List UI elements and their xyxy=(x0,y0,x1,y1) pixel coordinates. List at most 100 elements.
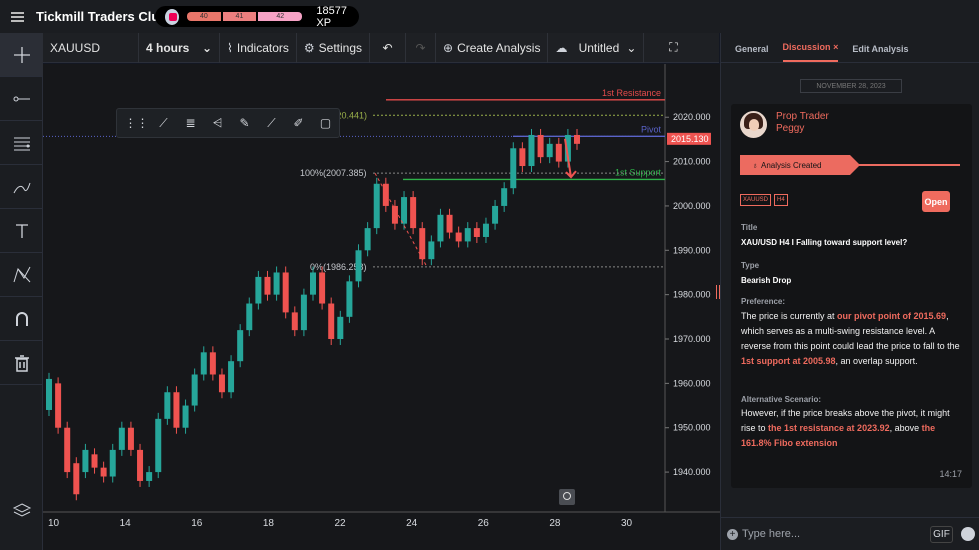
tab-general[interactable]: General xyxy=(735,44,769,62)
layers-icon xyxy=(12,503,31,517)
candle-body xyxy=(46,378,52,410)
x-tick-label: 14 xyxy=(120,518,132,529)
candle-body xyxy=(310,272,316,295)
layers-tool[interactable] xyxy=(0,489,43,533)
gear-icon: ⚙ xyxy=(303,40,315,55)
candle-body xyxy=(237,330,244,362)
symbol-search[interactable]: XAUUSD xyxy=(43,32,139,63)
tab-edit-analysis[interactable]: Edit Analysis xyxy=(852,44,908,62)
level-label: 1st Support xyxy=(615,167,662,177)
fan-icon[interactable]: ⩤ xyxy=(204,116,231,131)
level-label: Pivot xyxy=(641,124,662,134)
timeframe-select[interactable]: 4 hours ⌄ xyxy=(139,32,220,63)
candle-body xyxy=(255,276,262,304)
crosshair-tool[interactable] xyxy=(0,33,43,77)
candle-body xyxy=(555,143,562,162)
pattern-tool[interactable] xyxy=(0,253,43,297)
magnet-icon xyxy=(15,311,28,326)
chevron-down-icon: ⌄ xyxy=(201,40,212,55)
status-badge: ♁ Analysis Created xyxy=(740,155,860,175)
candle-body xyxy=(173,392,180,428)
status-line xyxy=(858,164,960,166)
candle-body xyxy=(437,214,444,242)
candle-body xyxy=(228,361,235,393)
alternative-highlight-1: the 1st resistance at 2023.92 xyxy=(768,423,890,433)
drawing-toolbar: ⋮⋮ ⟋ ≣ ⩤ ✎ ⟋ ✐ ▢ xyxy=(116,108,340,138)
candle-body xyxy=(73,463,80,495)
level-badge-icon xyxy=(165,8,180,25)
symbol-tag: XAUUSD xyxy=(740,194,772,206)
candle-body xyxy=(364,228,371,251)
brush-icon[interactable]: ⟋ xyxy=(150,116,177,131)
y-tick-label: 1990.000 xyxy=(673,245,711,255)
candle-body xyxy=(346,281,353,317)
layout-select[interactable]: ☁ Untitled ⌄ xyxy=(548,32,645,63)
undo-icon: ↶ xyxy=(382,40,393,55)
x-tick-label: 26 xyxy=(478,518,490,529)
fib-retracement-icon xyxy=(13,137,30,150)
last-price-label: 2015.130 xyxy=(671,134,709,144)
candle-body xyxy=(109,449,116,477)
candle-body xyxy=(419,228,426,260)
magnet-tool[interactable] xyxy=(0,297,43,341)
alternative-text: However, if the price breaks above the p… xyxy=(741,406,963,451)
create-analysis-button[interactable]: ⊕ Create Analysis xyxy=(436,32,549,63)
pen-icon[interactable]: ✎ xyxy=(231,116,258,130)
candle-body xyxy=(355,250,362,282)
candle-body xyxy=(492,205,499,224)
tab-discussion[interactable]: Discussion × xyxy=(782,42,839,62)
redo-button[interactable]: ↷ xyxy=(406,32,437,63)
candle-body xyxy=(127,427,134,450)
title-value: XAU/USD H4 I Falling toward support leve… xyxy=(741,238,908,247)
text-tool[interactable] xyxy=(0,209,43,253)
trend-line-icon[interactable]: ⟋ xyxy=(258,116,285,131)
candle-body xyxy=(401,197,408,224)
fib-level-label: 100%(2007.385) xyxy=(300,168,367,178)
xp-segment: 41 xyxy=(222,12,257,21)
rectangle-icon[interactable]: ▢ xyxy=(312,116,339,130)
message-time: 14:17 xyxy=(939,469,962,479)
menu-icon[interactable] xyxy=(0,0,34,33)
delete-tool[interactable] xyxy=(0,341,43,385)
close-icon[interactable]: × xyxy=(833,42,838,52)
candle-body xyxy=(118,427,125,450)
x-tick-label: 24 xyxy=(406,518,418,529)
drag-handle-icon[interactable]: ⋮⋮ xyxy=(123,116,150,130)
emoji-icon[interactable] xyxy=(961,527,975,541)
candle-body xyxy=(546,143,553,158)
fib-tool[interactable] xyxy=(0,121,43,165)
y-tick-label: 2020.000 xyxy=(673,112,711,122)
add-attachment-icon[interactable]: + xyxy=(727,528,738,540)
lines-icon[interactable]: ≣ xyxy=(177,116,204,130)
message-input[interactable]: Type here... xyxy=(742,528,922,540)
candle-body xyxy=(146,472,153,481)
open-button[interactable]: Open xyxy=(922,191,950,212)
preference-highlight-1: our pivot point of 2015.69 xyxy=(837,311,947,321)
level-label: 1st Resistance xyxy=(602,88,661,98)
brush-tool[interactable] xyxy=(0,165,43,209)
xp-progress[interactable]: 40 41 42 18577 XP xyxy=(155,5,359,29)
horizontal-ray-tool[interactable] xyxy=(0,77,43,121)
crosshair-icon xyxy=(13,46,30,63)
x-tick-label: 22 xyxy=(335,518,347,529)
settings-button[interactable]: ⚙ Settings xyxy=(297,32,371,63)
lightbulb-button xyxy=(559,489,575,505)
type-value: Bearish Drop xyxy=(741,276,792,285)
gif-button[interactable]: GIF xyxy=(930,525,953,543)
tag-list: XAUUSD H4 xyxy=(740,194,791,206)
x-tick-label: 30 xyxy=(621,518,633,529)
measure-icon[interactable]: ✐ xyxy=(285,116,312,130)
indicators-button[interactable]: ⌇ Indicators xyxy=(220,32,297,63)
candle-body xyxy=(528,134,535,167)
lightbulb-icon: ♁ xyxy=(752,160,758,170)
indicators-icon: ⌇ xyxy=(227,40,233,55)
candle-body xyxy=(473,228,480,237)
settings-label: Settings xyxy=(318,40,363,55)
redo-icon: ↷ xyxy=(415,40,426,55)
undo-button[interactable]: ↶ xyxy=(370,32,407,63)
avatar[interactable] xyxy=(740,111,767,138)
message-bar: + Type here... GIF xyxy=(721,517,979,550)
fullscreen-button[interactable]: ⛶ xyxy=(644,33,702,63)
candle-body xyxy=(446,214,453,233)
plus-circle-icon: ⊕ xyxy=(443,40,454,55)
